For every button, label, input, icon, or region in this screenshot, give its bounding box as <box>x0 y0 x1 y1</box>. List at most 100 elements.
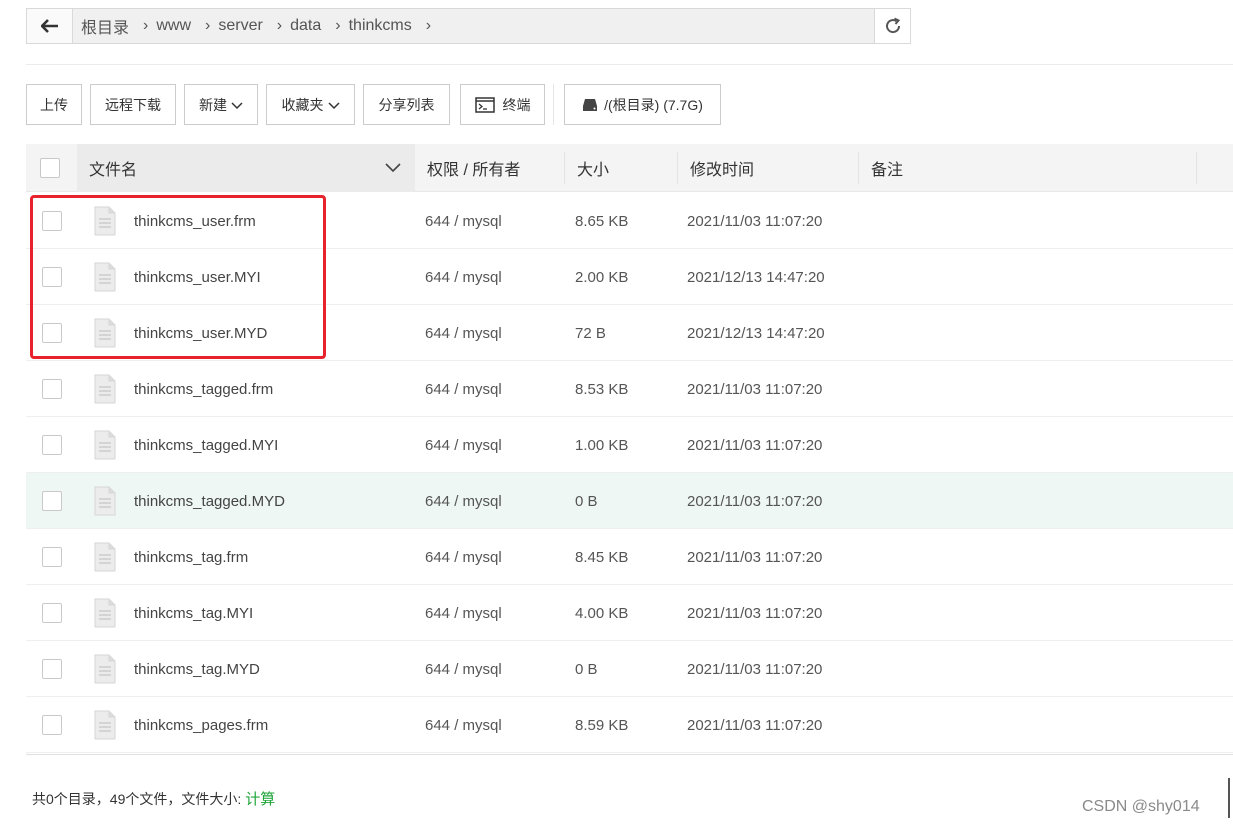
toolbar: 上传 远程下载 新建 收藏夹 分享列表 终端 /(根目录) (7.7G) <box>26 84 729 125</box>
file-icon-cell <box>94 473 116 529</box>
file-icon-cell <box>94 361 116 417</box>
th-permission[interactable]: 权限 / 所有者 <box>427 144 567 192</box>
column-separator <box>564 152 565 184</box>
chevron-down-icon <box>327 97 340 113</box>
file-permission[interactable]: 644 / mysql <box>425 417 502 473</box>
table-row[interactable]: thinkcms_tagged.frm 644 / mysql 8.53 KB … <box>26 361 1233 417</box>
select-all-checkbox[interactable] <box>40 158 60 178</box>
row-checkbox-cell <box>42 361 62 417</box>
file-size: 0 B <box>575 492 598 510</box>
file-permission[interactable]: 644 / mysql <box>425 305 502 361</box>
row-checkbox-cell <box>42 473 62 529</box>
file-name[interactable]: thinkcms_tag.MYD <box>134 641 260 697</box>
footer-summary: 共0个目录，49个文件，文件大小: 计算 <box>32 788 275 809</box>
row-checkbox-cell <box>42 697 62 753</box>
file-permission[interactable]: 644 / mysql <box>425 361 502 417</box>
terminal-icon <box>474 96 495 113</box>
terminal-button[interactable]: 终端 <box>460 84 545 125</box>
column-separator <box>677 152 678 184</box>
select-all-cell <box>40 144 70 192</box>
disk-button[interactable]: /(根目录) (7.7G) <box>564 84 721 125</box>
file-size: 8.59 KB <box>575 716 629 734</box>
crumb-root[interactable]: 根目录 › <box>81 14 148 38</box>
file-mtime: 2021/11/03 11:07:20 <box>687 492 823 510</box>
crumb-thinkcms[interactable]: thinkcms › <box>349 17 431 35</box>
calculate-size-link[interactable]: 计算 <box>245 788 275 809</box>
crumb-server[interactable]: server › <box>218 17 282 35</box>
row-checkbox[interactable] <box>42 491 62 511</box>
table-row[interactable]: thinkcms_tagged.MYD 644 / mysql 0 B 2021… <box>26 473 1233 529</box>
chevron-right-icon: › <box>425 17 432 34</box>
toolbar-separator <box>553 84 554 125</box>
th-note: 备注 <box>871 162 904 179</box>
path-bar: 根目录 › www › server › data › thinkcms › <box>26 8 911 44</box>
scroll-indicator <box>1228 778 1230 818</box>
row-checkbox-cell <box>42 641 62 697</box>
file-size: 8.65 KB <box>575 212 629 230</box>
file-permission[interactable]: 644 / mysql <box>425 697 502 753</box>
file-permission[interactable]: 644 / mysql <box>425 193 502 249</box>
row-checkbox[interactable] <box>42 659 62 679</box>
file-icon-cell <box>94 585 116 641</box>
row-checkbox[interactable] <box>42 715 62 735</box>
file-mtime: 2021/12/13 14:47:20 <box>687 324 825 342</box>
row-checkbox[interactable] <box>42 547 62 567</box>
row-checkbox[interactable] <box>42 379 62 399</box>
file-size: 2.00 KB <box>575 268 629 286</box>
favorites-button[interactable]: 收藏夹 <box>266 84 355 125</box>
table-row[interactable]: thinkcms_tagged.MYI 644 / mysql 1.00 KB … <box>26 417 1233 473</box>
chevron-right-icon: › <box>205 17 211 34</box>
file-icon <box>94 710 116 740</box>
file-name[interactable]: thinkcms_tag.MYI <box>134 585 253 641</box>
file-name[interactable]: thinkcms_tagged.MYD <box>134 473 285 529</box>
hard-drive-icon <box>583 98 598 111</box>
divider <box>26 754 1233 755</box>
table-row[interactable]: thinkcms_tag.MYI 644 / mysql 4.00 KB 202… <box>26 585 1233 641</box>
file-permission[interactable]: 644 / mysql <box>425 249 502 305</box>
new-button[interactable]: 新建 <box>184 84 258 125</box>
crumb-www[interactable]: www › <box>156 17 210 35</box>
file-mtime: 2021/11/03 11:07:20 <box>687 380 823 398</box>
file-permission[interactable]: 644 / mysql <box>425 641 502 697</box>
file-icon <box>94 486 116 516</box>
upload-button[interactable]: 上传 <box>26 84 82 125</box>
file-size: 1.00 KB <box>575 436 629 454</box>
th-name[interactable]: 文件名 <box>77 144 415 192</box>
file-name[interactable]: thinkcms_tagged.frm <box>134 361 273 417</box>
remote-download-button[interactable]: 远程下载 <box>90 84 176 125</box>
breadcrumb: 根目录 › www › server › data › thinkcms › <box>73 9 874 43</box>
crumb-data[interactable]: data › <box>290 17 340 35</box>
row-checkbox[interactable] <box>42 435 62 455</box>
annotation-highlight-box <box>30 195 326 359</box>
table-row[interactable]: thinkcms_tag.MYD 644 / mysql 0 B 2021/11… <box>26 641 1233 697</box>
file-name[interactable]: thinkcms_tag.frm <box>134 529 248 585</box>
column-separator <box>858 152 859 184</box>
th-mtime[interactable]: 修改时间 <box>690 144 850 192</box>
divider <box>26 64 1233 65</box>
arrow-left-icon <box>40 19 58 33</box>
chevron-down-icon <box>385 163 401 173</box>
th-size[interactable]: 大小 <box>577 144 677 192</box>
table-header: 文件名 权限 / 所有者 大小 修改时间 备注 <box>26 144 1233 192</box>
row-checkbox[interactable] <box>42 603 62 623</box>
file-name[interactable]: thinkcms_tagged.MYI <box>134 417 278 473</box>
row-checkbox-cell <box>42 417 62 473</box>
column-separator <box>1196 152 1197 184</box>
file-size: 0 B <box>575 660 598 678</box>
file-permission[interactable]: 644 / mysql <box>425 585 502 641</box>
file-icon <box>94 542 116 572</box>
refresh-button[interactable] <box>874 9 910 43</box>
file-icon <box>94 654 116 684</box>
chevron-down-icon <box>231 97 243 113</box>
file-permission[interactable]: 644 / mysql <box>425 473 502 529</box>
file-permission[interactable]: 644 / mysql <box>425 529 502 585</box>
refresh-icon <box>885 17 900 34</box>
share-list-button[interactable]: 分享列表 <box>363 84 450 125</box>
file-icon <box>94 374 116 404</box>
back-button[interactable] <box>27 9 73 43</box>
file-name[interactable]: thinkcms_pages.frm <box>134 697 268 753</box>
table-row[interactable]: thinkcms_tag.frm 644 / mysql 8.45 KB 202… <box>26 529 1233 585</box>
table-row[interactable]: thinkcms_pages.frm 644 / mysql 8.59 KB 2… <box>26 697 1233 753</box>
file-icon <box>94 598 116 628</box>
file-icon-cell <box>94 697 116 753</box>
